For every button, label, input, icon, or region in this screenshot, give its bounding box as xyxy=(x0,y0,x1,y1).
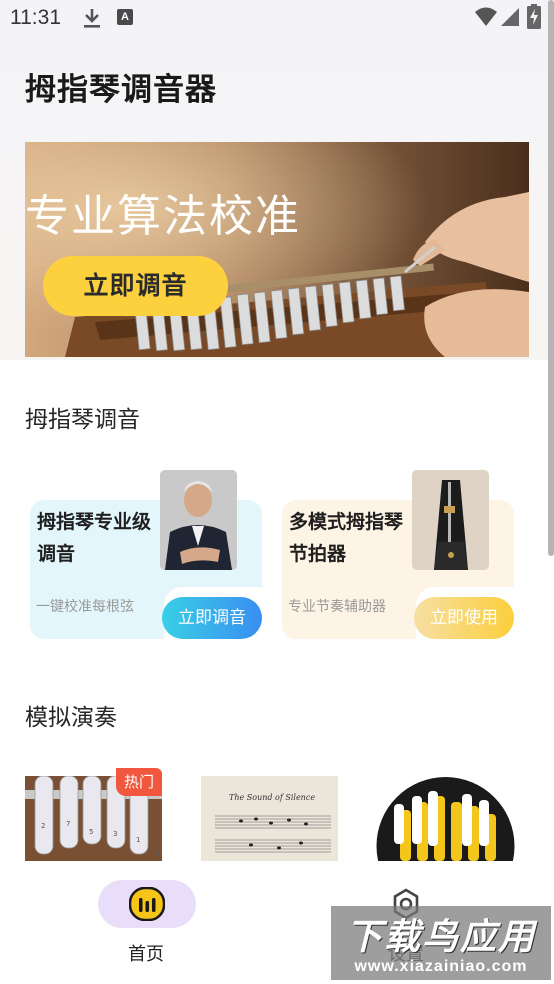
watermark-logo: 下载鸟应用 www.xiazainiao.com xyxy=(331,906,551,980)
status-time: 11:31 xyxy=(10,6,61,29)
watermark-url: www.xiazainiao.com xyxy=(354,958,528,975)
wifi-icon xyxy=(475,7,497,26)
home-face-icon[interactable] xyxy=(129,887,165,921)
sheet-title: The Sound of Silence xyxy=(229,793,315,802)
thumb-kalimba-round[interactable] xyxy=(376,776,515,861)
page-title: 拇指琴调音器 xyxy=(25,72,217,108)
key-number: 5 xyxy=(89,828,93,836)
battery-charging-icon xyxy=(527,4,541,29)
card-photo-metronome xyxy=(412,470,489,570)
tune-now-button[interactable]: 立即调音 xyxy=(162,597,262,639)
key-number: 3 xyxy=(113,830,117,838)
status-bar: 11:31 A xyxy=(0,0,554,38)
card-title: 多模式拇指琴节拍器 xyxy=(289,511,404,565)
use-now-button[interactable]: 立即使用 xyxy=(414,597,514,639)
cell-signal-icon xyxy=(501,8,519,26)
card-subtitle: 一键校准每根弦 xyxy=(36,599,134,615)
hero-banner[interactable]: 专业算法校准 立即调音 xyxy=(25,142,529,357)
hero-kalimba-image xyxy=(25,142,529,357)
card-title: 拇指琴专业级调音 xyxy=(37,511,152,565)
key-number: 2 xyxy=(41,822,45,830)
card-photo-musician xyxy=(160,470,237,570)
hero-title: 专业算法校准 xyxy=(25,191,301,242)
watermark-title: 下载鸟应用 xyxy=(345,917,536,958)
key-number: 1 xyxy=(136,836,140,844)
section-title-simulated-play: 模拟演奏 xyxy=(25,705,117,731)
scrollbar[interactable] xyxy=(548,0,554,556)
section-title-tuning: 拇指琴调音 xyxy=(25,407,140,433)
key-number: 7 xyxy=(66,820,70,828)
key-number: 6 xyxy=(155,850,160,858)
hot-badge: 热门 xyxy=(116,768,162,796)
hero-tune-now-button[interactable]: 立即调音 xyxy=(43,256,228,316)
nav-home-label[interactable]: 首页 xyxy=(128,940,164,966)
card-subtitle: 专业节奏辅助器 xyxy=(288,599,386,615)
thumb-sheet-music[interactable]: The Sound of Silence xyxy=(201,776,338,861)
download-icon xyxy=(84,9,100,28)
accessibility-a-icon: A xyxy=(117,9,133,25)
